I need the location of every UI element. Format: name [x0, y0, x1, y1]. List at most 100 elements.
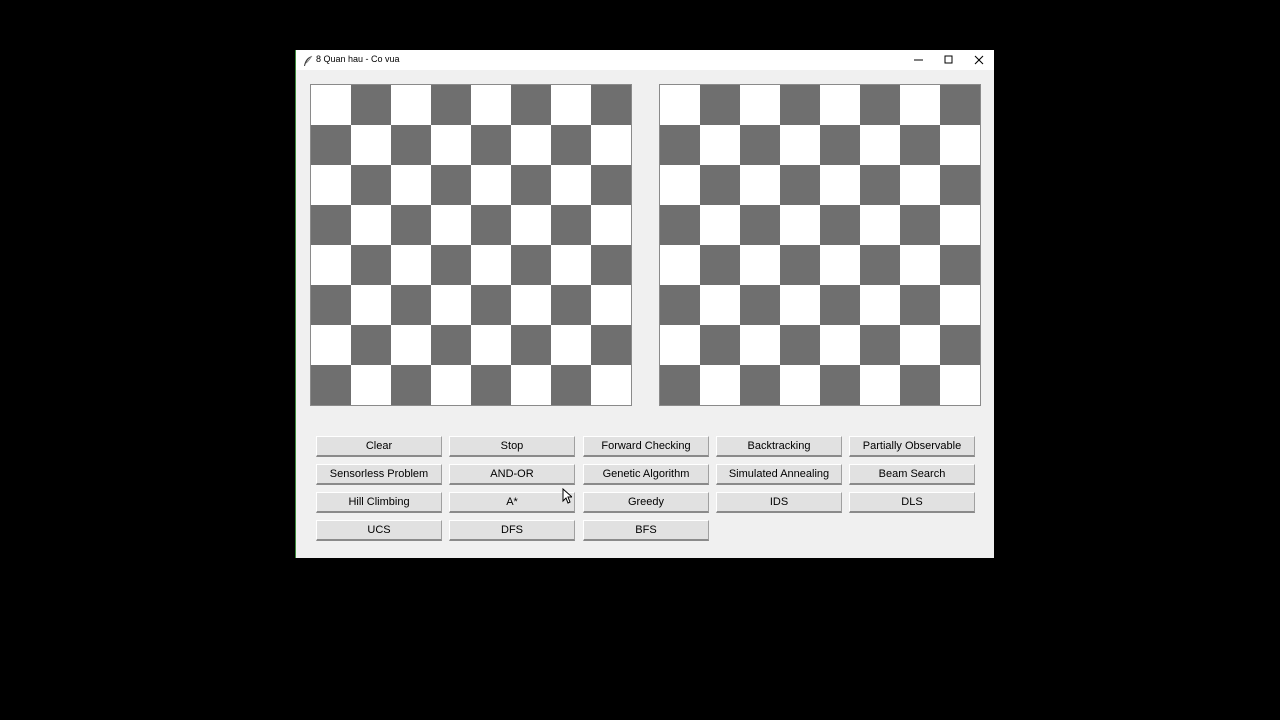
left-board-square[interactable]	[471, 125, 511, 165]
right-board-square[interactable]	[700, 85, 740, 125]
right-board-square[interactable]	[860, 245, 900, 285]
left-board-square[interactable]	[431, 325, 471, 365]
dls-button[interactable]: DLS	[849, 492, 975, 513]
right-board-square[interactable]	[700, 125, 740, 165]
left-board-square[interactable]	[551, 205, 591, 245]
right-board-square[interactable]	[780, 125, 820, 165]
right-board-square[interactable]	[700, 285, 740, 325]
left-board-square[interactable]	[311, 245, 351, 285]
left-board-square[interactable]	[551, 125, 591, 165]
left-board-square[interactable]	[591, 205, 631, 245]
right-board-square[interactable]	[740, 125, 780, 165]
left-board-square[interactable]	[351, 205, 391, 245]
left-board-square[interactable]	[311, 285, 351, 325]
left-board-square[interactable]	[431, 365, 471, 405]
left-board-square[interactable]	[431, 205, 471, 245]
left-board-square[interactable]	[471, 365, 511, 405]
genetic-algorithm-button[interactable]: Genetic Algorithm	[583, 464, 709, 485]
chessboard-right[interactable]	[659, 84, 981, 406]
right-board-square[interactable]	[900, 165, 940, 205]
right-board-square[interactable]	[820, 245, 860, 285]
right-board-square[interactable]	[940, 245, 980, 285]
left-board-square[interactable]	[551, 85, 591, 125]
left-board-square[interactable]	[471, 285, 511, 325]
minimize-button[interactable]	[904, 50, 934, 70]
right-board-square[interactable]	[740, 205, 780, 245]
right-board-square[interactable]	[860, 365, 900, 405]
right-board-square[interactable]	[860, 285, 900, 325]
right-board-square[interactable]	[740, 165, 780, 205]
right-board-square[interactable]	[660, 165, 700, 205]
left-board-square[interactable]	[511, 285, 551, 325]
left-board-square[interactable]	[351, 325, 391, 365]
left-board-square[interactable]	[511, 205, 551, 245]
left-board-square[interactable]	[311, 205, 351, 245]
right-board-square[interactable]	[900, 365, 940, 405]
right-board-square[interactable]	[700, 325, 740, 365]
left-board-square[interactable]	[431, 165, 471, 205]
and-or-button[interactable]: AND-OR	[449, 464, 575, 485]
forward-checking-button[interactable]: Forward Checking	[583, 436, 709, 457]
left-board-square[interactable]	[391, 125, 431, 165]
left-board-square[interactable]	[551, 325, 591, 365]
right-board-square[interactable]	[900, 245, 940, 285]
right-board-square[interactable]	[780, 245, 820, 285]
left-board-square[interactable]	[431, 285, 471, 325]
right-board-square[interactable]	[940, 85, 980, 125]
right-board-square[interactable]	[700, 205, 740, 245]
left-board-square[interactable]	[391, 365, 431, 405]
left-board-square[interactable]	[391, 325, 431, 365]
left-board-square[interactable]	[511, 365, 551, 405]
left-board-square[interactable]	[551, 285, 591, 325]
left-board-square[interactable]	[431, 245, 471, 285]
right-board-square[interactable]	[740, 285, 780, 325]
right-board-square[interactable]	[660, 85, 700, 125]
left-board-square[interactable]	[551, 365, 591, 405]
left-board-square[interactable]	[591, 165, 631, 205]
right-board-square[interactable]	[700, 245, 740, 285]
left-board-square[interactable]	[351, 245, 391, 285]
left-board-square[interactable]	[511, 245, 551, 285]
right-board-square[interactable]	[780, 325, 820, 365]
right-board-square[interactable]	[780, 365, 820, 405]
right-board-square[interactable]	[740, 325, 780, 365]
right-board-square[interactable]	[660, 285, 700, 325]
right-board-square[interactable]	[860, 325, 900, 365]
chessboard-left[interactable]	[310, 84, 632, 406]
right-board-square[interactable]	[780, 285, 820, 325]
left-board-square[interactable]	[471, 205, 511, 245]
right-board-square[interactable]	[660, 245, 700, 285]
right-board-square[interactable]	[780, 205, 820, 245]
stop-button[interactable]: Stop	[449, 436, 575, 457]
title-bar[interactable]: 8 Quan hau - Co vua	[296, 50, 994, 70]
right-board-square[interactable]	[820, 165, 860, 205]
left-board-square[interactable]	[311, 125, 351, 165]
sensorless-problem-button[interactable]: Sensorless Problem	[316, 464, 442, 485]
left-board-square[interactable]	[591, 365, 631, 405]
left-board-square[interactable]	[351, 285, 391, 325]
left-board-square[interactable]	[431, 125, 471, 165]
hill-climbing-button[interactable]: Hill Climbing	[316, 492, 442, 513]
backtracking-button[interactable]: Backtracking	[716, 436, 842, 457]
left-board-square[interactable]	[591, 285, 631, 325]
right-board-square[interactable]	[940, 165, 980, 205]
right-board-square[interactable]	[900, 285, 940, 325]
right-board-square[interactable]	[820, 285, 860, 325]
left-board-square[interactable]	[471, 165, 511, 205]
left-board-square[interactable]	[391, 245, 431, 285]
right-board-square[interactable]	[900, 85, 940, 125]
right-board-square[interactable]	[820, 325, 860, 365]
left-board-square[interactable]	[551, 245, 591, 285]
right-board-square[interactable]	[900, 325, 940, 365]
right-board-square[interactable]	[660, 125, 700, 165]
right-board-square[interactable]	[780, 85, 820, 125]
left-board-square[interactable]	[311, 325, 351, 365]
left-board-square[interactable]	[391, 205, 431, 245]
left-board-square[interactable]	[511, 125, 551, 165]
left-board-square[interactable]	[431, 85, 471, 125]
greedy-button[interactable]: Greedy	[583, 492, 709, 513]
left-board-square[interactable]	[391, 285, 431, 325]
left-board-square[interactable]	[591, 125, 631, 165]
right-board-square[interactable]	[900, 125, 940, 165]
right-board-square[interactable]	[820, 125, 860, 165]
